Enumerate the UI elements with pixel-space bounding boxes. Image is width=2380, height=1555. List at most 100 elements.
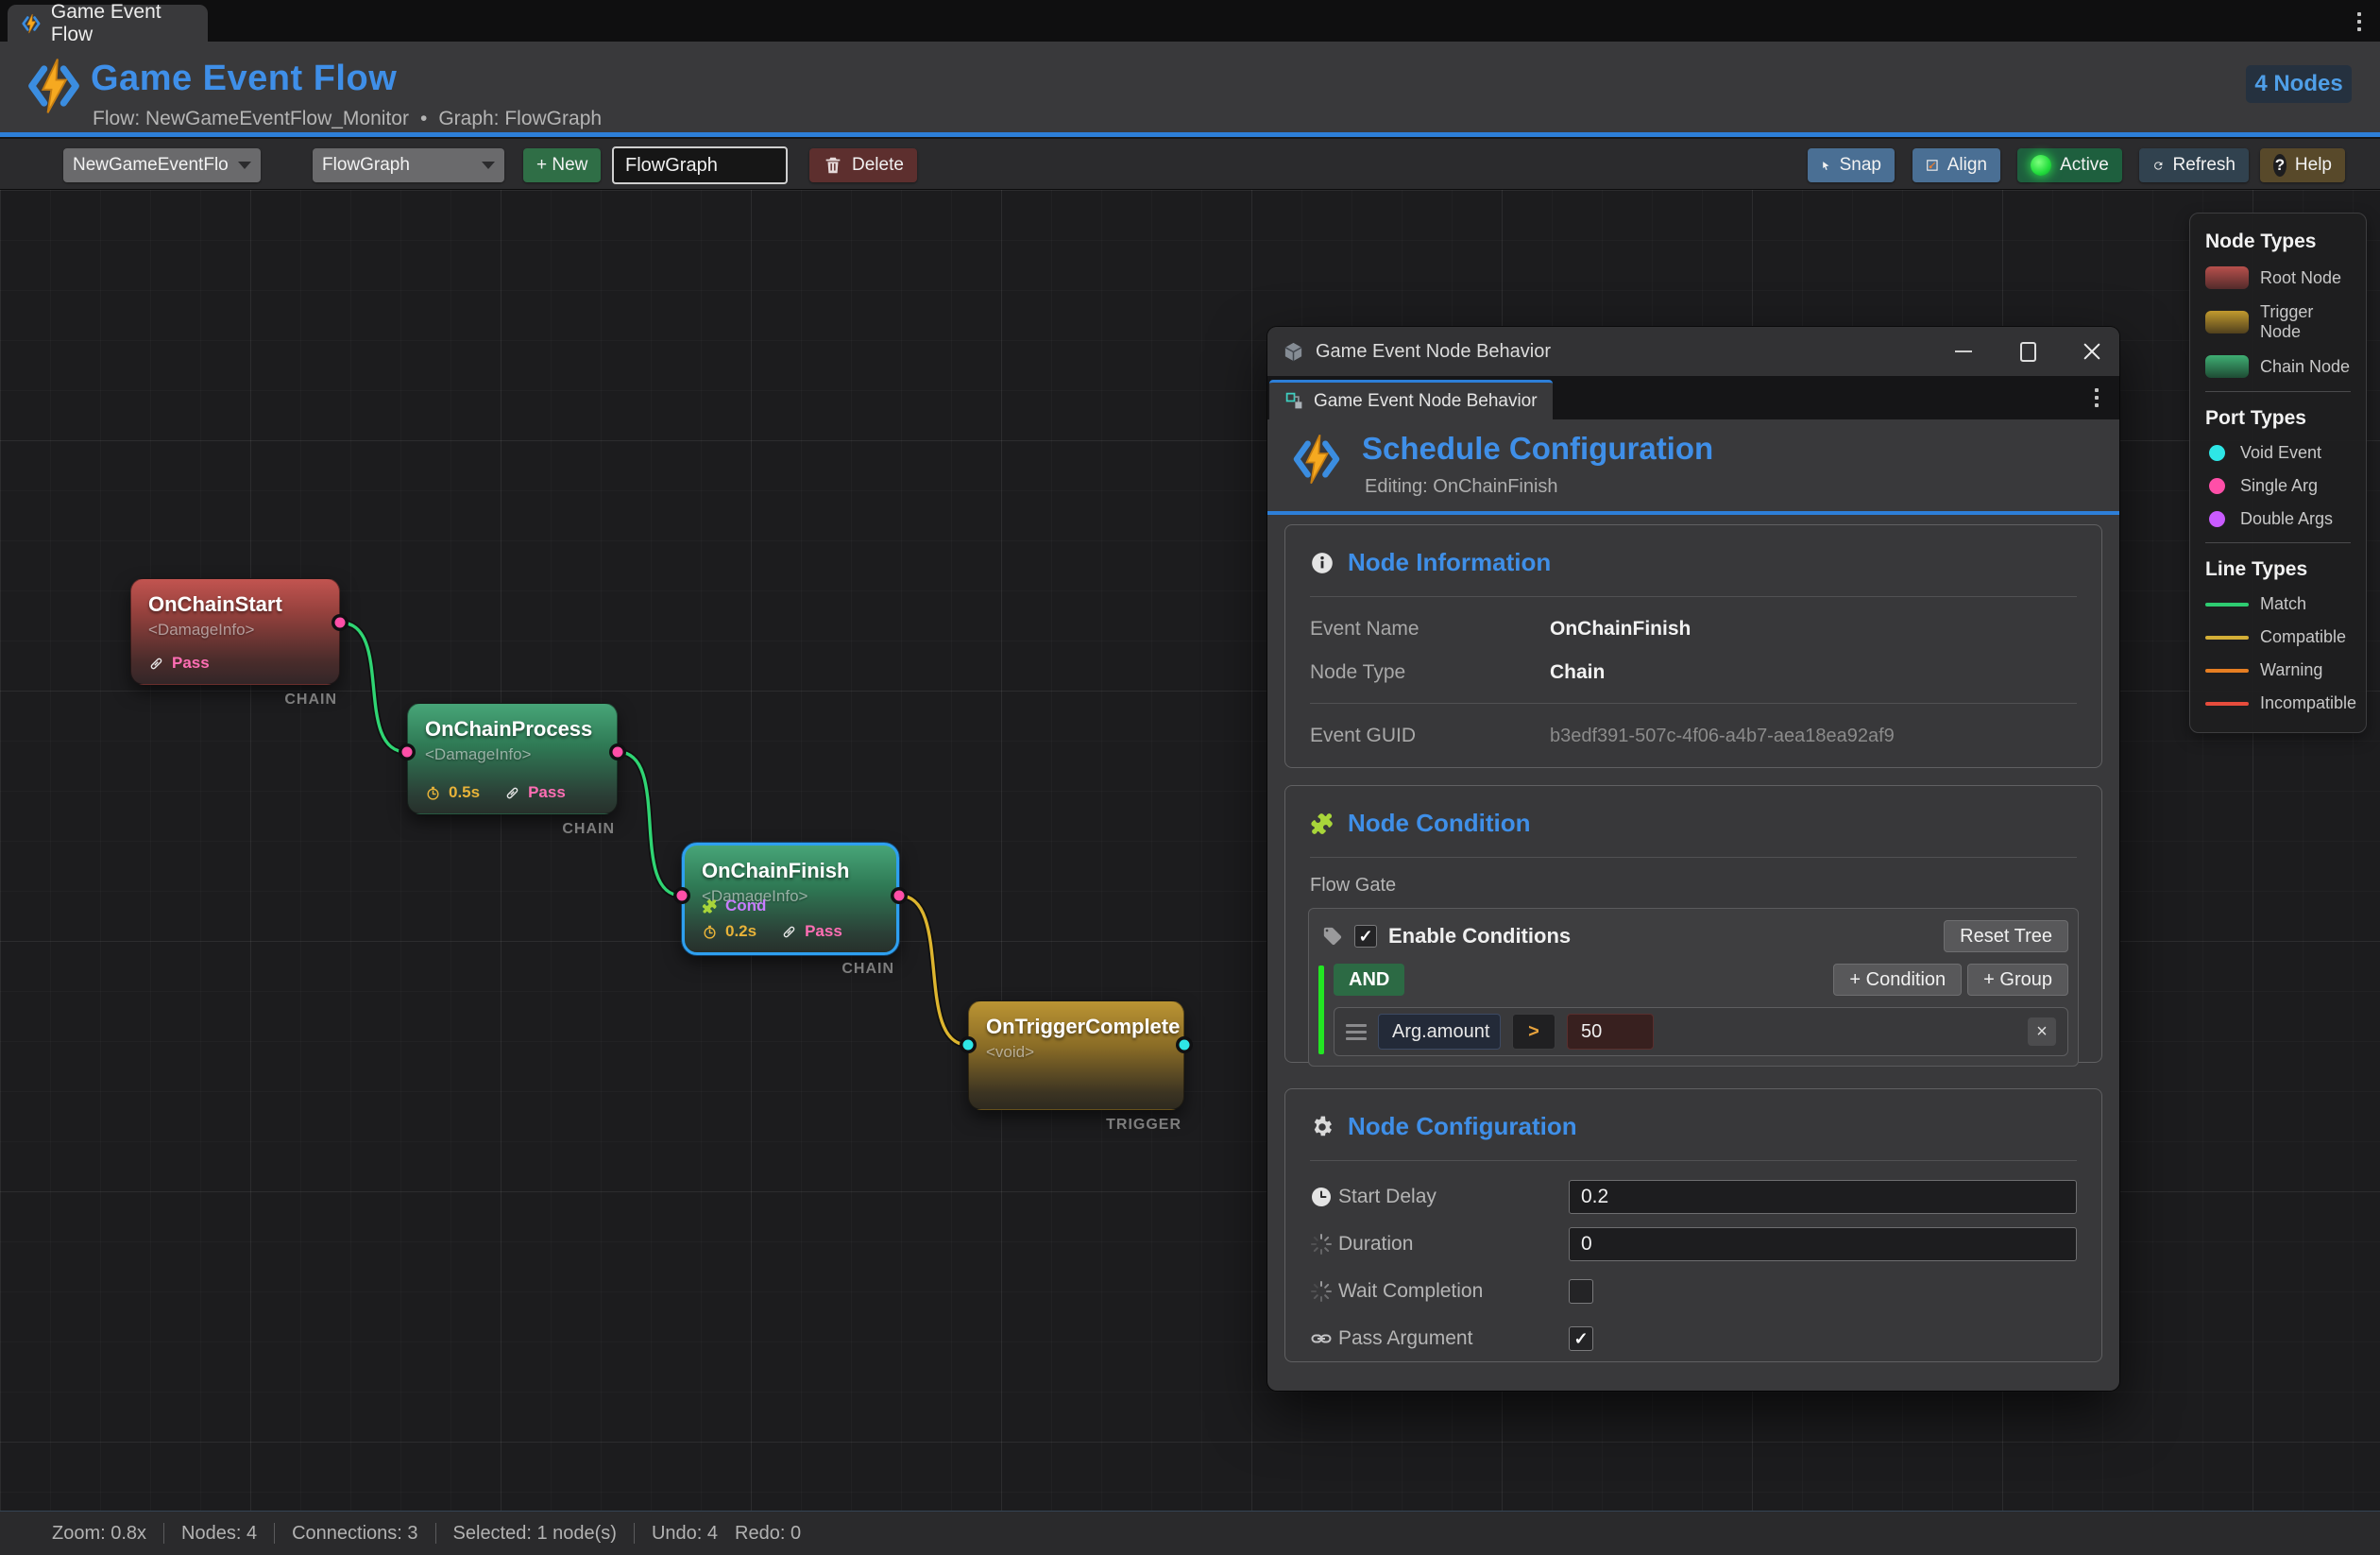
legend-label: Single Arg [2240, 476, 2318, 496]
enable-conditions-checkbox[interactable]: ✓ [1354, 925, 1377, 948]
page-subtitle: Flow: NewGameEventFlow_Monitor • Graph: … [93, 108, 602, 130]
node-condition-title: Node Condition [1348, 809, 1531, 838]
timer-icon [702, 924, 718, 940]
app-tab-game-event-flow[interactable]: Game Event Flow [8, 5, 208, 42]
clock-icon [1310, 1186, 1333, 1208]
legend-label: Warning [2260, 660, 2322, 680]
void-event-dot [2209, 445, 2225, 461]
add-group-button[interactable]: + Group [1967, 964, 2068, 996]
pass-badge-label: Pass [528, 783, 566, 802]
add-condition-button[interactable]: + Condition [1833, 964, 1962, 996]
graph-node-onchainstart[interactable]: OnChainStart <DamageInfo> Pass CHAIN [130, 578, 340, 685]
graph-select-dropdown[interactable]: FlowGraph [313, 148, 504, 182]
legend-node-types-title: Node Types [2205, 231, 2351, 253]
delay-badge: 0.5s [425, 783, 480, 802]
legend-label: Chain Node [2260, 357, 2350, 377]
new-graph-button[interactable]: + New [523, 148, 601, 182]
tag-icon [1322, 926, 1343, 947]
close-button[interactable] [2078, 337, 2106, 366]
legend-divider [2205, 542, 2351, 543]
snap-button-label: Snap [1840, 155, 1881, 176]
pass-badge: Pass [504, 783, 566, 802]
legend-label: Void Event [2240, 443, 2321, 463]
subtitle-graph: Graph: FlowGraph [438, 108, 602, 130]
legend-item: Chain Node [2205, 355, 2351, 378]
maximize-icon [2020, 342, 2036, 362]
legend-label: Match [2260, 594, 2306, 614]
start-delay-label: Start Delay [1338, 1186, 1569, 1208]
duration-input[interactable] [1569, 1227, 2077, 1261]
start-delay-input[interactable] [1569, 1180, 2077, 1214]
node-information-section: Node Information Event NameOnChainFinish… [1284, 524, 2102, 768]
minimize-button[interactable] [1949, 337, 1978, 366]
node-title: OnChainStart [148, 592, 322, 617]
gear-icon [1310, 1115, 1334, 1139]
section-divider [1310, 596, 2077, 597]
schedule-accent-rule [1267, 511, 2119, 515]
compatible-line-swatch [2205, 636, 2249, 640]
align-icon [1926, 156, 1939, 175]
legend-label: Compatible [2260, 627, 2346, 647]
window-tab-game-event-node-behavior[interactable]: Game Event Node Behavior [1269, 380, 1553, 419]
incompatible-line-swatch [2205, 702, 2249, 706]
legend-item: Compatible [2205, 627, 2351, 647]
legend-item: Root Node [2205, 266, 2351, 289]
pass-badge: Pass [781, 922, 842, 941]
editing-subtitle: Editing: OnChainFinish [1365, 476, 1558, 498]
window-tab-strip: Game Event Node Behavior [1267, 376, 2119, 419]
delay-badge-label: 0.5s [449, 783, 480, 802]
node-arg-type: <DamageInfo> [148, 621, 322, 640]
graph-node-ontriggercomplete[interactable]: OnTriggerComplete <void> TRIGGER [968, 1000, 1184, 1110]
graph-node-onchainprocess[interactable]: OnChainProcess <DamageInfo> 0.5s Pass CH… [407, 703, 618, 814]
help-button[interactable]: ? Help [2260, 148, 2345, 182]
remove-condition-button[interactable]: × [2028, 1017, 2056, 1046]
link-icon [148, 656, 164, 672]
condition-value-input[interactable]: 50 [1567, 1014, 1654, 1050]
event-name-value: OnChainFinish [1550, 618, 1691, 641]
delete-graph-button[interactable]: Delete [809, 148, 917, 182]
window-title-bar[interactable]: Game Event Node Behavior [1267, 327, 2119, 376]
help-button-label: Help [2295, 155, 2332, 176]
app-tab-bar: Game Event Flow [0, 0, 2380, 42]
legend-label: Trigger Node [2260, 302, 2351, 342]
wait-completion-checkbox[interactable] [1569, 1279, 1593, 1304]
app-root: Game Event Flow Game Event Flow Flow: Ne… [0, 0, 2380, 1555]
pass-argument-checkbox[interactable]: ✓ [1569, 1326, 1593, 1351]
graph-name-input[interactable] [612, 146, 788, 184]
event-guid-label: Event GUID [1310, 725, 1550, 747]
window-menu-kebab-icon[interactable] [2350, 9, 2369, 34]
reset-tree-button[interactable]: Reset Tree [1944, 920, 2068, 952]
close-icon [2082, 341, 2102, 362]
flow-logo-icon [1290, 433, 1343, 486]
event-name-label: Event Name [1310, 618, 1550, 641]
section-divider [1310, 1160, 2077, 1161]
group-operator-button[interactable]: AND [1334, 964, 1404, 996]
condition-row: Arg.amount > 50 × [1334, 1007, 2068, 1056]
node-count-badge: 4 Nodes [2246, 65, 2352, 103]
condition-operator-selector[interactable]: > [1512, 1014, 1556, 1050]
refresh-button-label: Refresh [2172, 155, 2236, 176]
maximize-button[interactable] [2014, 337, 2042, 366]
active-toggle-button[interactable]: Active [2017, 148, 2122, 182]
snap-button[interactable]: Snap [1808, 148, 1895, 182]
tab-menu-kebab-icon[interactable] [2087, 385, 2106, 410]
legend-port-types-title: Port Types [2205, 407, 2351, 430]
help-icon: ? [2273, 154, 2286, 177]
node-type-label: Node Type [1310, 661, 1550, 684]
status-redo: Redo: 0 [735, 1523, 801, 1545]
chain-node-swatch [2205, 355, 2249, 378]
node-arg-type: <void> [986, 1043, 1166, 1062]
spinner-icon [1310, 1280, 1333, 1303]
graph-node-onchainfinish[interactable]: OnChainFinish <DamageInfo> Cond 0.2s Pas… [682, 843, 899, 955]
node-configuration-section: Node Configuration Start Delay Duration … [1284, 1088, 2102, 1362]
legend-item: Single Arg [2205, 476, 2351, 496]
status-separator [163, 1523, 164, 1544]
condition-badge: Cond [702, 897, 766, 915]
single-arg-dot [2209, 478, 2225, 494]
drag-handle-icon[interactable] [1346, 1024, 1367, 1040]
condition-field-selector[interactable]: Arg.amount [1378, 1014, 1501, 1050]
cursor-icon [1821, 157, 1831, 175]
refresh-button[interactable]: Refresh [2139, 148, 2249, 182]
flow-select-dropdown[interactable]: NewGameEventFlow_M [63, 148, 261, 182]
align-button[interactable]: Align [1912, 148, 2000, 182]
